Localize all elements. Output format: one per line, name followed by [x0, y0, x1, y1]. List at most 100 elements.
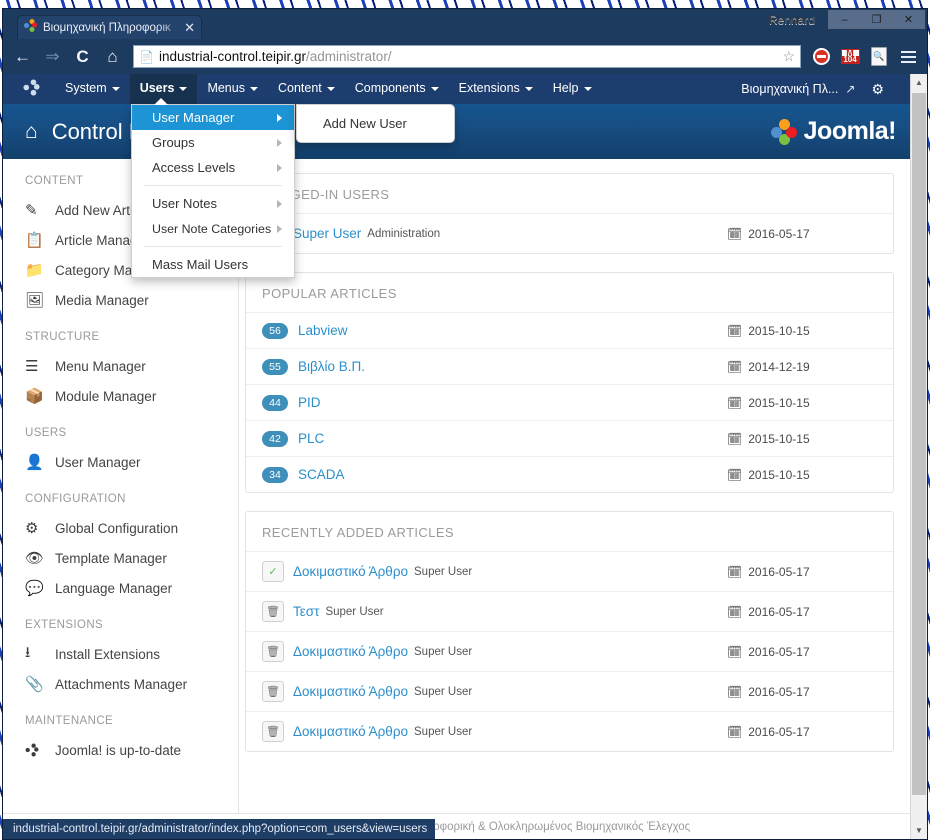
scrollbar-track[interactable]: [911, 91, 927, 822]
table-row[interactable]: 56 Labview 🗓 2015-10-15: [246, 312, 893, 348]
hamburger-menu-icon[interactable]: [895, 44, 921, 70]
menu-components[interactable]: Components: [345, 74, 449, 104]
back-button-icon[interactable]: ←: [9, 44, 36, 70]
browser-tab[interactable]: Βιομηχανική Πληροφορικ ✕: [17, 15, 202, 39]
window-close-button[interactable]: ✕: [892, 10, 925, 29]
menu-menus[interactable]: Menus: [197, 74, 268, 104]
menu-item-add-new-user[interactable]: Add New User: [297, 111, 454, 136]
window-minimize-button[interactable]: –: [828, 10, 861, 29]
joomla-brand: Joomla!: [770, 117, 897, 146]
address-bar[interactable]: 📄 industrial-control.teipir.gr /administ…: [133, 45, 801, 68]
article-title-link[interactable]: Δοκιμαστικό Άρθρο: [293, 724, 408, 739]
joomla-logo-icon[interactable]: [23, 78, 45, 100]
scroll-up-icon[interactable]: ▲: [911, 74, 927, 91]
table-row[interactable]: 👤 Super User Administration 🗓 2016-05-17: [246, 213, 893, 253]
article-title-link[interactable]: Δοκιμαστικό Άρθρο: [293, 644, 408, 659]
sidebar-item-language-manager[interactable]: 💬 Language Manager: [25, 573, 238, 603]
sidebar-item-module-manager[interactable]: 📦 Module Manager: [25, 381, 238, 411]
forward-button-icon[interactable]: ⇒: [39, 44, 66, 70]
table-row[interactable]: ✓ Δοκιμαστικό Άρθρο Super User 🗓 2016-05…: [246, 551, 893, 591]
chevron-right-icon: [277, 163, 282, 172]
preview-site-icon[interactable]: ↗: [845, 82, 855, 96]
article-title-link[interactable]: Δοκιμαστικό Άρθρο: [293, 564, 408, 579]
gmail-icon[interactable]: M 104: [837, 44, 863, 70]
browser-toolbar: ← ⇒ C ⌂ 📄 industrial-control.teipir.gr /…: [3, 39, 927, 74]
menu-extensions[interactable]: Extensions: [449, 74, 543, 104]
menu-item-user-note-categories[interactable]: User Note Categories: [132, 216, 294, 241]
gear-icon[interactable]: ⚙: [871, 81, 884, 98]
article-title-link[interactable]: PLC: [298, 431, 324, 446]
sidebar-item-label: Module Manager: [55, 388, 157, 404]
scroll-down-icon[interactable]: ▼: [911, 822, 927, 839]
home-button-icon[interactable]: ⌂: [99, 44, 126, 70]
table-row[interactable]: 34 SCADA 🗓 2015-10-15: [246, 456, 893, 492]
sidebar-item-media-manager[interactable]: 🖼 Media Manager: [25, 285, 238, 315]
article-author: Super User: [414, 645, 473, 658]
adblock-icon[interactable]: [808, 44, 834, 70]
sidebar-item-template-manager[interactable]: 👁 Template Manager: [25, 543, 238, 573]
site-name-label[interactable]: Βιομηχανική Πλ...: [741, 82, 838, 96]
user-name-link[interactable]: Super User: [293, 226, 361, 241]
date-value: 2014-12-19: [748, 359, 810, 374]
hit-count-badge: 42: [262, 430, 288, 447]
scrollbar-thumb[interactable]: [912, 93, 926, 795]
chevron-right-icon: [277, 224, 282, 233]
sidebar-item-install-extensions[interactable]: ⭳ Install Extensions: [25, 639, 238, 669]
table-row[interactable]: 🗑 Τεστ Super User 🗓 2016-05-17: [246, 591, 893, 631]
trash-icon[interactable]: 🗑: [262, 601, 284, 622]
page-search-icon[interactable]: 🔍: [866, 44, 892, 70]
reload-button-icon[interactable]: C: [69, 44, 96, 70]
url-domain: industrial-control.teipir.gr: [158, 49, 307, 64]
home-icon: ⌂: [25, 119, 38, 143]
menu-separator: [144, 185, 282, 186]
calendar-icon: 🗓: [727, 564, 743, 579]
sidebar-item-global-configuration[interactable]: ⚙ Global Configuration: [25, 513, 238, 543]
date-value: 2015-10-15: [748, 467, 810, 482]
table-row[interactable]: 42 PLC 🗓 2015-10-15: [246, 420, 893, 456]
bookmark-star-icon[interactable]: ☆: [782, 48, 795, 65]
page-scrollbar[interactable]: ▲ ▼: [910, 74, 927, 839]
menu-item-label: User Manager: [152, 110, 235, 125]
joomla-icon: [25, 743, 55, 757]
trash-icon[interactable]: 🗑: [262, 641, 284, 662]
article-author: Super User: [414, 565, 473, 578]
menu-content[interactable]: Content: [268, 74, 345, 104]
article-title-link[interactable]: PID: [298, 395, 321, 410]
trash-icon[interactable]: 🗑: [262, 721, 284, 742]
menu-item-user-notes[interactable]: User Notes: [132, 191, 294, 216]
date-value: 2015-10-15: [748, 323, 810, 338]
chevron-right-icon: [277, 138, 282, 147]
article-title-link[interactable]: Labview: [298, 323, 348, 338]
table-row[interactable]: 🗑 Δοκιμαστικό Άρθρο Super User 🗓 2016-05…: [246, 711, 893, 751]
table-row[interactable]: 🗑 Δοκιμαστικό Άρθρο Super User 🗓 2016-05…: [246, 631, 893, 671]
menu-system[interactable]: System: [55, 74, 130, 104]
sidebar-item-label: Media Manager: [55, 292, 149, 308]
menu-item-groups[interactable]: Groups: [132, 130, 294, 155]
row-date: 🗓 2016-05-17: [727, 645, 877, 659]
article-title-link[interactable]: SCADA: [298, 467, 345, 482]
sidebar-item-menu-manager[interactable]: ☰ Menu Manager: [25, 351, 238, 381]
article-title-link[interactable]: Βιβλίο Β.Π.: [298, 359, 365, 374]
article-title-link[interactable]: Τεστ: [293, 604, 319, 619]
row-date: 🗓 2015-10-15: [727, 468, 877, 482]
table-row[interactable]: 55 Βιβλίο Β.Π. 🗓 2014-12-19: [246, 348, 893, 384]
window-maximize-button[interactable]: ❐: [860, 10, 893, 29]
check-icon[interactable]: ✓: [262, 561, 284, 582]
trash-icon[interactable]: 🗑: [262, 681, 284, 702]
panel-title: RECENTLY ADDED ARTICLES: [262, 525, 454, 540]
article-title-link[interactable]: Δοκιμαστικό Άρθρο: [293, 684, 408, 699]
chevron-down-icon: [111, 86, 120, 91]
row-date: 🗓 2016-05-17: [727, 725, 877, 739]
menu-item-access-levels[interactable]: Access Levels: [132, 155, 294, 180]
tab-close-icon[interactable]: ✕: [184, 21, 195, 34]
article-author: Super User: [414, 725, 473, 738]
sidebar-item-joomla-update[interactable]: Joomla! is up-to-date: [25, 735, 238, 765]
menu-help[interactable]: Help: [543, 74, 602, 104]
menu-item-user-manager[interactable]: User Manager Add New User: [132, 104, 455, 143]
user-manager-submenu: Add New User: [296, 104, 455, 143]
table-row[interactable]: 🗑 Δοκιμαστικό Άρθρο Super User 🗓 2016-05…: [246, 671, 893, 711]
table-row[interactable]: 44 PID 🗓 2015-10-15: [246, 384, 893, 420]
sidebar-item-user-manager[interactable]: 👤 User Manager: [25, 447, 238, 477]
menu-item-mass-mail-users[interactable]: Mass Mail Users: [132, 252, 294, 277]
sidebar-item-attachments-manager[interactable]: 📎 Attachments Manager: [25, 669, 238, 699]
